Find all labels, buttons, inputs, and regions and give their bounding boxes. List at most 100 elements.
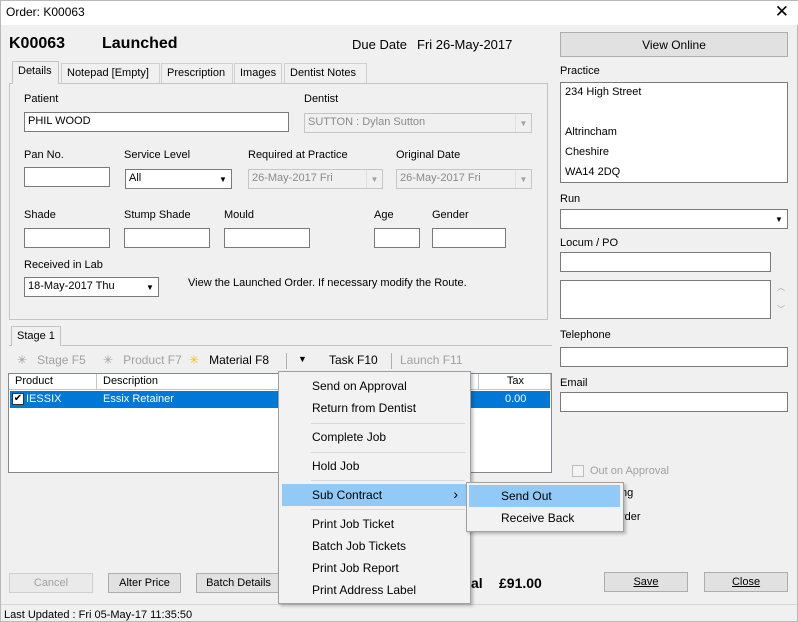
launch-button[interactable]: Launch F11 [400,353,463,367]
email-field[interactable] [560,392,788,412]
shade-field[interactable] [24,228,110,248]
chevron-down-icon: ▼ [366,170,382,188]
scroll-up-icon[interactable]: ︿ [777,282,785,293]
telephone-field[interactable] [560,347,788,367]
original-date-select[interactable]: 26-May-2017 Fri ▼ [396,169,532,189]
asterisk-icon: ✳ [17,353,28,367]
run-label: Run [560,193,581,205]
sub-contract-submenu: Send Out Receive Back [466,482,624,532]
tab-dentist-notes[interactable]: Dentist Notes [284,63,367,83]
material-label: Material F8 [209,353,270,367]
menu-separator [311,480,465,481]
dentist-label: Dentist [304,93,339,105]
mould-field[interactable] [224,228,310,248]
pan-field[interactable] [24,167,110,187]
column-header-tax[interactable]: Tax [479,374,551,390]
gender-label: Gender [432,209,469,221]
out-on-approval-checkbox[interactable] [572,465,584,477]
menu-item-print-address-label[interactable]: Print Address Label [282,579,468,601]
service-level-select[interactable]: All ▼ [125,169,232,189]
practice-line-5: WA14 2DQ [565,166,621,178]
close-button[interactable]: Close [704,572,788,592]
task-button[interactable]: Task F10 [329,353,378,367]
total-label: al [471,575,483,591]
submenu-item-send-out[interactable]: Send Out [469,485,620,507]
gender-field[interactable] [432,228,506,248]
status-divider [1,604,797,605]
row-description: Essix Retainer [103,393,174,405]
material-button[interactable]: ✳ Material F8 [189,353,269,367]
title-bar: Order: K00063 ✕ [1,1,798,25]
sub-contract-label: Sub Contract [312,488,383,502]
menu-item-complete-job[interactable]: Complete Job [282,426,468,448]
locum-field[interactable] [560,252,771,272]
chevron-down-icon: ▼ [775,214,783,224]
run-select[interactable]: ▼ [560,209,788,229]
menu-separator [311,452,465,453]
locum-label: Locum / PO [560,237,619,249]
last-updated: Last Updated : Fri 05-May-17 11:35:50 [4,609,193,621]
menu-item-send-on-approval[interactable]: Send on Approval [282,375,468,397]
chevron-down-icon: ▼ [515,170,531,188]
practice-line-1: 234 High Street [565,86,642,98]
tab-details[interactable]: Details [12,61,59,84]
alter-price-button[interactable]: Alter Price [108,573,181,593]
received-date-value: 18-May-2017 Thu [28,280,115,292]
scroll-down-icon[interactable]: ﹀ [777,304,785,315]
menu-item-return-from-dentist[interactable]: Return from Dentist [282,397,468,419]
submenu-item-receive-back[interactable]: Receive Back [469,507,620,529]
notes-field[interactable] [560,280,771,319]
age-field[interactable] [374,228,420,248]
practice-line-3: Altrincham [565,126,617,138]
column-header-product[interactable]: Product [9,374,97,390]
original-date-label: Original Date [396,149,461,161]
cancel-button[interactable]: Cancel [9,573,93,593]
telephone-label: Telephone [560,329,611,341]
menu-item-hold-job[interactable]: Hold Job [282,455,468,477]
menu-item-sub-contract[interactable]: Sub Contract › [282,484,468,506]
due-date-value: Fri 26-May-2017 [417,37,513,52]
stage-label: Stage F5 [37,353,86,367]
dropdown-arrow-icon[interactable]: ▼ [298,354,307,364]
menu-separator [311,509,465,510]
dentist-select[interactable]: SUTTON : Dylan Sutton ▼ [304,113,532,133]
practice-address[interactable]: 234 High Street Altrincham Cheshire WA14… [560,82,788,183]
tab-stage-1[interactable]: Stage 1 [11,326,61,346]
menu-item-print-job-report[interactable]: Print Job Report [282,557,468,579]
service-level-value: All [129,172,142,184]
stage-divider [9,345,552,346]
menu-separator [311,423,465,424]
pan-label: Pan No. [24,149,64,161]
out-on-approval-label: Out on Approval [590,465,669,477]
patient-field[interactable]: PHIL WOOD [24,112,289,132]
view-online-button[interactable]: View Online [560,32,788,57]
row-tax: 0.00 [505,393,527,405]
window-title: Order: K00063 [6,5,85,19]
email-label: Email [560,377,588,389]
tab-notepad[interactable]: Notepad [Empty] [61,63,160,83]
column-header-description[interactable]: Description [97,374,279,390]
product-button[interactable]: ✳ Product F7 [103,353,182,367]
stump-shade-field[interactable] [124,228,210,248]
received-date-select[interactable]: 18-May-2017 Thu ▼ [24,277,159,297]
practice-line-4: Cheshire [565,146,610,158]
service-level-label: Service Level [124,149,191,161]
tab-prescription[interactable]: Prescription [161,63,233,83]
star-icon: ✳ [189,353,200,367]
mould-label: Mould [224,209,254,221]
dentist-value: SUTTON : Dylan Sutton [308,116,426,128]
menu-item-batch-job-tickets[interactable]: Batch Job Tickets [282,535,468,557]
tab-images[interactable]: Images [234,63,282,83]
menu-item-print-job-ticket[interactable]: Print Job Ticket [282,513,468,535]
required-date-select[interactable]: 26-May-2017 Fri ▼ [248,169,383,189]
toolbar-separator [391,353,392,369]
required-date-value: 26-May-2017 Fri [252,172,333,184]
save-button[interactable]: Save [604,572,688,592]
stage-button[interactable]: ✳ Stage F5 [17,353,86,367]
required-label: Required at Practice [248,149,348,161]
row-checkbox[interactable]: ✔ [12,393,24,405]
total-value: £91.00 [499,575,542,591]
batch-details-button[interactable]: Batch Details [196,573,281,593]
context-menu: Send on Approval Return from Dentist Com… [278,371,471,604]
close-icon[interactable]: ✕ [775,2,789,22]
